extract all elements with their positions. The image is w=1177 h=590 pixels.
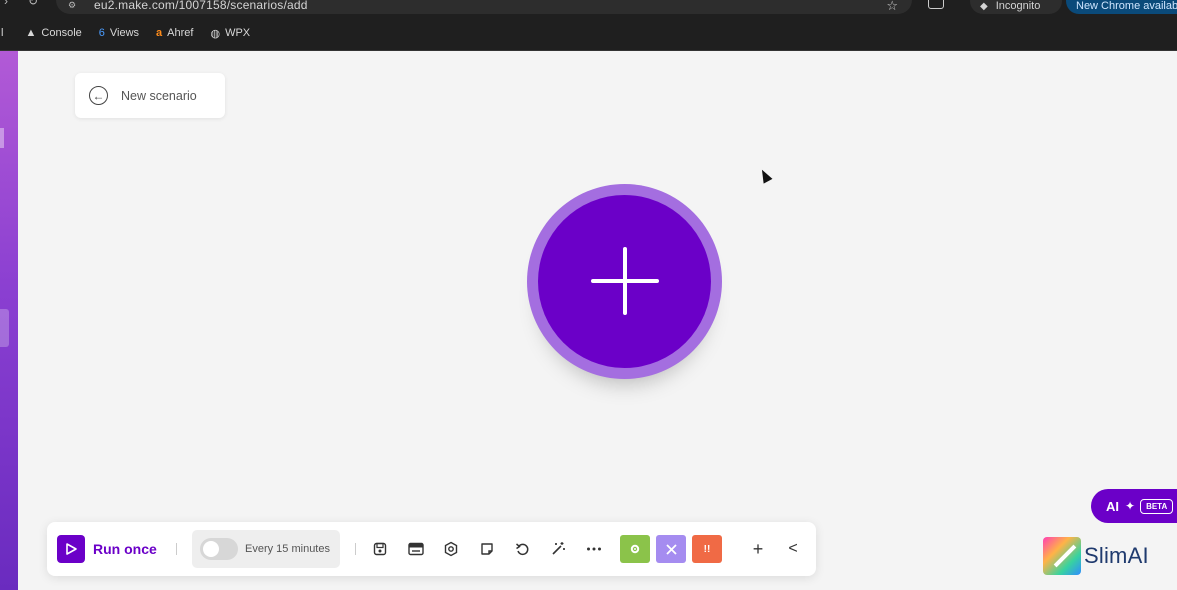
sidebar-expand-handle[interactable] xyxy=(0,309,9,347)
views-icon: 6 xyxy=(98,27,105,39)
ai-assistant-button[interactable]: AI ✦ BETA xyxy=(1091,489,1177,523)
tools-icon xyxy=(665,543,677,555)
url-text: eu2.make.com/1007158/scenarios/add xyxy=(94,0,308,12)
extensions-icon[interactable] xyxy=(928,0,944,9)
collapse-chevron-icon[interactable]: < xyxy=(783,539,803,559)
sparkle-icon: ✦ xyxy=(1125,499,1136,513)
play-icon xyxy=(57,535,85,563)
bookmarks-bar: ıl ▲ Console 6 Views a Ahref ◍ WPX xyxy=(0,16,1177,51)
bookmark-item-views[interactable]: 6 Views xyxy=(99,27,139,39)
sidebar-marker xyxy=(0,128,4,148)
add-module-core[interactable] xyxy=(538,195,711,368)
toolbar-divider xyxy=(355,543,356,555)
save-icon[interactable] xyxy=(370,539,390,559)
incognito-label: Incognito xyxy=(995,0,1041,12)
bookmark-item-wpx[interactable]: ◍ WPX xyxy=(210,27,250,40)
slimai-logo-icon xyxy=(1043,537,1081,575)
text-parser-button[interactable]: !! xyxy=(692,535,722,563)
update-chrome-button[interactable]: New Chrome available xyxy=(1066,0,1177,14)
bookmark-label: Ahref xyxy=(167,27,194,39)
settings-icon[interactable] xyxy=(441,539,461,559)
toolbar-divider xyxy=(176,543,177,555)
schedule-toggle[interactable] xyxy=(200,538,238,560)
undo-icon[interactable] xyxy=(512,539,532,559)
incognito-badge[interactable]: ◆ Incognito xyxy=(970,0,1062,14)
bookmark-star-icon[interactable]: ☆ xyxy=(886,0,898,14)
site-info-icon[interactable]: ⚙ xyxy=(68,0,82,10)
update-chrome-label: New Chrome available xyxy=(1076,0,1177,12)
gear-icon xyxy=(630,544,640,554)
flow-control-gear-button[interactable] xyxy=(620,535,650,563)
incognito-icon: ◆ xyxy=(980,0,988,12)
toggle-knob xyxy=(203,541,219,557)
bookmark-item-ahref[interactable]: a Ahref xyxy=(156,27,193,39)
bookmark-item-console[interactable]: ▲ Console xyxy=(26,27,82,39)
back-arrow-icon[interactable]: ← xyxy=(89,86,108,105)
scenario-header: ← New scenario xyxy=(75,73,225,118)
reload-icon[interactable]: ↻ xyxy=(28,0,38,8)
globe-icon: ◍ xyxy=(210,27,221,40)
watermark: SlimAI xyxy=(1043,537,1149,575)
ahrefs-icon: a xyxy=(156,27,163,39)
bookmark-item-app[interactable]: ıl xyxy=(0,27,9,39)
beta-badge: BETA xyxy=(1140,498,1174,514)
scenario-toolbar: Run once Every 15 minutes !! + < xyxy=(47,522,816,576)
scenario-title[interactable]: New scenario xyxy=(121,89,197,103)
bookmark-label: Views xyxy=(109,27,140,39)
ai-label: AI xyxy=(1106,498,1119,514)
plus-icon-bar xyxy=(591,279,659,283)
text-parser-label: !! xyxy=(703,543,711,555)
tools-button[interactable] xyxy=(656,535,686,563)
left-sidebar-strip xyxy=(0,51,18,590)
forward-icon[interactable]: › xyxy=(0,0,8,8)
bookmark-label: Console xyxy=(41,27,82,39)
schedule-control[interactable]: Every 15 minutes xyxy=(192,530,340,568)
add-icon[interactable]: + xyxy=(748,539,768,559)
run-once-button[interactable]: Run once xyxy=(57,535,157,563)
watermark-text: SlimAI xyxy=(1084,543,1149,568)
more-icon[interactable] xyxy=(584,539,604,559)
scheduling-icon[interactable] xyxy=(406,539,426,559)
magic-wand-icon[interactable] xyxy=(548,539,568,559)
address-bar[interactable]: ⚙ eu2.make.com/1007158/scenarios/add ☆ xyxy=(56,0,912,14)
add-module-button[interactable] xyxy=(527,184,722,379)
bookmark-label: WPX xyxy=(225,27,251,39)
schedule-label[interactable]: Every 15 minutes xyxy=(245,543,330,555)
browser-toolbar: › ↻ ⚙ eu2.make.com/1007158/scenarios/add… xyxy=(0,0,1177,16)
run-once-label: Run once xyxy=(93,541,157,557)
app-icon: ıl xyxy=(0,27,4,39)
console-icon: ▲ xyxy=(25,27,37,39)
notes-icon[interactable] xyxy=(477,539,497,559)
